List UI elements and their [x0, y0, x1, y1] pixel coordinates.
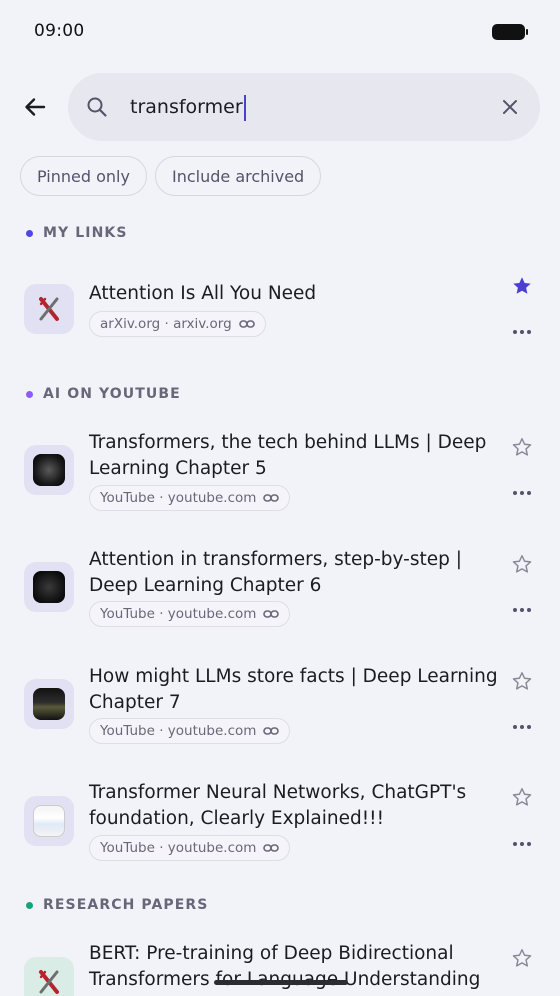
source-text: YouTube · youtube.com: [100, 723, 257, 739]
star-outline-icon[interactable]: [511, 786, 533, 808]
text-caret: [243, 94, 246, 121]
link-icon: [263, 610, 280, 618]
item-title: Attention Is All You Need: [89, 283, 317, 304]
more-options-icon[interactable]: [512, 840, 532, 848]
item-title: BERT: Pre-training of Deep Bidirectional…: [89, 943, 481, 990]
more-options-icon[interactable]: [512, 723, 532, 731]
source-pill[interactable]: YouTube · youtube.com: [89, 718, 291, 744]
back-button[interactable]: [20, 92, 50, 122]
link-icon: [263, 844, 280, 852]
section-header-research-papers: RESEARCH PAPERS: [26, 897, 208, 913]
section-header-ai-youtube: AI ON YOUTUBE: [26, 386, 181, 402]
search-bar[interactable]: transformer: [68, 73, 540, 141]
link-icon: [263, 727, 280, 735]
section-dot: [26, 390, 33, 398]
filter-chip-pinned[interactable]: Pinned only: [20, 156, 147, 196]
source-text: YouTube · youtube.com: [100, 840, 257, 856]
section-dot: [26, 901, 33, 909]
source-pill[interactable]: arXiv.org · arxiv.org: [89, 311, 266, 337]
item-title: How might LLMs store facts | Deep Learni…: [89, 666, 498, 713]
search-input-value: transformer: [130, 96, 243, 118]
source-pill[interactable]: YouTube · youtube.com: [89, 601, 291, 627]
star-outline-icon[interactable]: [511, 947, 533, 969]
status-bar: 09:00: [0, 0, 560, 62]
home-indicator[interactable]: [214, 980, 348, 985]
star-outline-icon[interactable]: [511, 436, 533, 458]
star-outline-icon[interactable]: [511, 553, 533, 575]
item-title: Transformer Neural Networks, ChatGPT's f…: [89, 782, 467, 829]
source-text: YouTube · youtube.com: [100, 606, 257, 622]
source-text: arXiv.org · arxiv.org: [100, 316, 232, 332]
arrow-left-icon: [25, 98, 46, 116]
search-icon: [87, 97, 107, 117]
item-title: Attention in transformers, step-by-step …: [89, 549, 462, 596]
more-options-icon[interactable]: [512, 606, 532, 614]
link-icon: [263, 494, 280, 502]
more-options-icon[interactable]: [512, 489, 532, 497]
section-dot: [26, 229, 33, 237]
more-options-icon[interactable]: [512, 328, 532, 336]
arxiv-logo-icon: [24, 284, 74, 334]
section-title: RESEARCH PAPERS: [43, 897, 209, 913]
battery-icon: [492, 24, 528, 40]
video-thumbnail-icon: [24, 562, 74, 612]
link-icon: [238, 320, 255, 328]
star-filled-icon[interactable]: [511, 275, 533, 297]
clear-search-button[interactable]: [500, 97, 520, 117]
section-title: AI ON YOUTUBE: [43, 386, 181, 402]
filter-chip-label: Include archived: [172, 166, 305, 186]
search-input[interactable]: transformer: [130, 90, 470, 124]
filter-chip-label: Pinned only: [37, 166, 130, 186]
item-title: Transformers, the tech behind LLMs | Dee…: [89, 432, 487, 479]
section-title: MY LINKS: [43, 225, 128, 241]
arxiv-logo-icon: [24, 957, 74, 996]
star-outline-icon[interactable]: [511, 670, 533, 692]
video-thumbnail-icon: [24, 445, 74, 495]
source-text: YouTube · youtube.com: [100, 490, 257, 506]
filter-chip-archived[interactable]: Include archived: [155, 156, 322, 196]
video-thumbnail-icon: [24, 679, 74, 729]
source-pill[interactable]: YouTube · youtube.com: [89, 485, 291, 511]
video-thumbnail-icon: [24, 796, 74, 846]
source-pill[interactable]: YouTube · youtube.com: [89, 835, 291, 861]
status-time: 09:00: [34, 21, 85, 41]
section-header-my-links: MY LINKS: [26, 225, 128, 241]
